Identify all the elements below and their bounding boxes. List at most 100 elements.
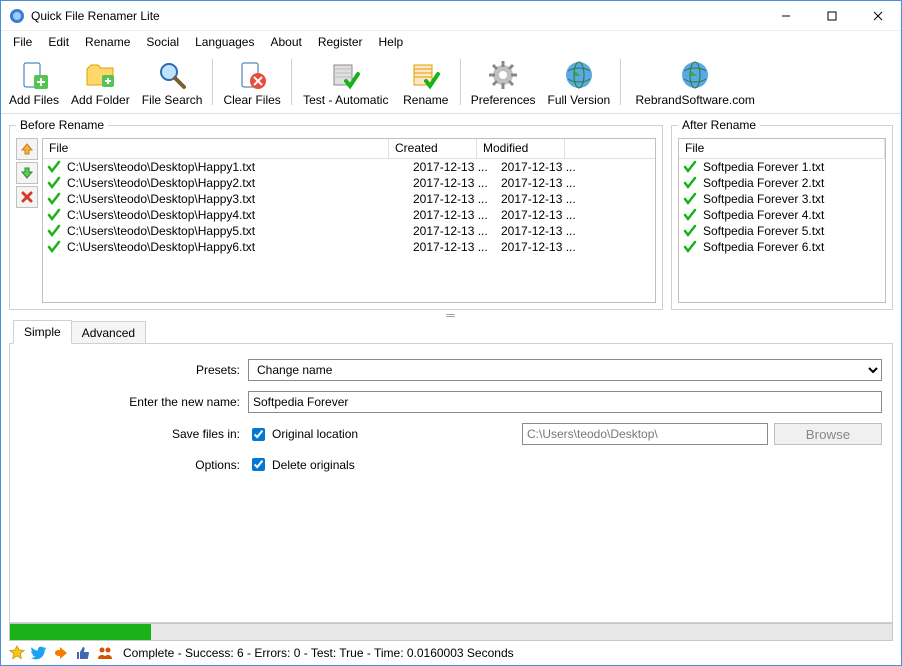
menu-register[interactable]: Register [310, 32, 371, 52]
table-row[interactable]: Softpedia Forever 3.txt [679, 191, 885, 207]
toolbar-label: Preferences [471, 93, 536, 107]
toolbar-label: Test - Automatic [303, 93, 388, 107]
tab-simple[interactable]: Simple [13, 320, 72, 344]
before-file-list[interactable]: File Created Modified C:\Users\teodo\Des… [42, 138, 656, 303]
menu-about[interactable]: About [262, 32, 309, 52]
menu-languages[interactable]: Languages [187, 32, 262, 52]
cell-created: 2017-12-13 ... [407, 208, 495, 222]
before-rename-group: Before Rename File Created Modified C:\U… [9, 118, 663, 310]
test-check-icon [330, 59, 362, 91]
after-file-list[interactable]: File Softpedia Forever 1.txtSoftpedia Fo… [678, 138, 886, 303]
check-icon [683, 160, 697, 174]
check-icon [683, 240, 697, 254]
toolbar-label: Add Files [9, 93, 59, 107]
menu-edit[interactable]: Edit [40, 32, 77, 52]
rename-check-icon [410, 59, 442, 91]
minimize-button[interactable] [763, 1, 809, 31]
add-files-button[interactable]: Add Files [3, 57, 65, 109]
delete-originals-checkbox[interactable]: Delete originals [248, 455, 355, 474]
add-folder-button[interactable]: Add Folder [65, 57, 136, 109]
titlebar: Quick File Renamer Lite [1, 1, 901, 31]
table-row[interactable]: Softpedia Forever 4.txt [679, 207, 885, 223]
cell-created: 2017-12-13 ... [407, 192, 495, 206]
table-row[interactable]: C:\Users\teodo\Desktop\Happy3.txt2017-12… [43, 191, 655, 207]
thumbs-up-icon[interactable] [75, 645, 91, 661]
twitter-icon[interactable] [31, 645, 47, 661]
table-row[interactable]: Softpedia Forever 5.txt [679, 223, 885, 239]
share-icon[interactable] [53, 645, 69, 661]
app-icon [9, 8, 25, 24]
globe-icon [563, 59, 595, 91]
cell-file: C:\Users\teodo\Desktop\Happy4.txt [61, 208, 407, 222]
rename-button[interactable]: Rename [396, 57, 456, 109]
tab-strip: Simple Advanced [9, 320, 893, 344]
cell-file: Softpedia Forever 5.txt [697, 224, 885, 238]
column-file[interactable]: File [679, 139, 885, 158]
rebrand-link-button[interactable]: RebrandSoftware.com [625, 57, 765, 109]
table-row[interactable]: C:\Users\teodo\Desktop\Happy5.txt2017-12… [43, 223, 655, 239]
table-row[interactable]: Softpedia Forever 1.txt [679, 159, 885, 175]
toolbar-separator [460, 59, 461, 105]
after-rename-title: After Rename [678, 118, 760, 132]
column-file[interactable]: File [43, 139, 389, 158]
presets-select[interactable]: Change name [248, 359, 882, 381]
remove-item-button[interactable] [16, 186, 38, 208]
presets-label: Presets: [20, 363, 248, 377]
table-row[interactable]: Softpedia Forever 2.txt [679, 175, 885, 191]
cell-created: 2017-12-13 ... [407, 240, 495, 254]
table-row[interactable]: C:\Users\teodo\Desktop\Happy6.txt2017-12… [43, 239, 655, 255]
cell-file: Softpedia Forever 6.txt [697, 240, 885, 254]
cell-file: C:\Users\teodo\Desktop\Happy3.txt [61, 192, 407, 206]
preferences-button[interactable]: Preferences [465, 57, 542, 109]
column-created[interactable]: Created [389, 139, 477, 158]
close-button[interactable] [855, 1, 901, 31]
cell-file: Softpedia Forever 1.txt [697, 160, 885, 174]
star-icon[interactable] [9, 645, 25, 661]
check-icon [47, 208, 61, 222]
delete-originals-check-input[interactable] [252, 458, 265, 471]
column-modified[interactable]: Modified [477, 139, 565, 158]
horizontal-splitter[interactable]: ═ [9, 310, 893, 320]
move-up-button[interactable] [16, 138, 38, 160]
new-name-input[interactable] [248, 391, 882, 413]
check-icon [683, 176, 697, 190]
move-down-button[interactable] [16, 162, 38, 184]
cell-file: C:\Users\teodo\Desktop\Happy5.txt [61, 224, 407, 238]
table-row[interactable]: C:\Users\teodo\Desktop\Happy2.txt2017-12… [43, 175, 655, 191]
cell-file: C:\Users\teodo\Desktop\Happy6.txt [61, 240, 407, 254]
original-location-check-input[interactable] [252, 428, 265, 441]
toolbar-label: Full Version [548, 93, 611, 107]
clear-files-button[interactable]: Clear Files [217, 57, 286, 109]
tab-advanced[interactable]: Advanced [71, 321, 146, 344]
before-rename-title: Before Rename [16, 118, 108, 132]
full-version-button[interactable]: Full Version [542, 57, 617, 109]
file-plus-icon [18, 59, 50, 91]
test-automatic-button[interactable]: Test - Automatic [296, 57, 396, 109]
menu-file[interactable]: File [5, 32, 40, 52]
menu-social[interactable]: Social [138, 32, 187, 52]
progress-bar [9, 623, 893, 641]
original-location-checkbox[interactable]: Original location [248, 425, 358, 444]
toolbar-label: Rename [403, 93, 448, 107]
gear-icon [487, 59, 519, 91]
cell-modified: 2017-12-13 ... [495, 208, 583, 222]
table-row[interactable]: C:\Users\teodo\Desktop\Happy1.txt2017-12… [43, 159, 655, 175]
check-icon [47, 192, 61, 206]
menu-help[interactable]: Help [371, 32, 412, 52]
tab-page-simple: Presets: Change name Enter the new name:… [9, 343, 893, 623]
globe-icon [679, 59, 711, 91]
people-icon[interactable] [97, 645, 113, 661]
toolbar-label: Clear Files [223, 93, 280, 107]
menu-rename[interactable]: Rename [77, 32, 138, 52]
file-search-button[interactable]: File Search [136, 57, 209, 109]
toolbar-label: File Search [142, 93, 203, 107]
cell-created: 2017-12-13 ... [407, 176, 495, 190]
check-icon [47, 160, 61, 174]
folder-plus-icon [84, 59, 116, 91]
table-row[interactable]: Softpedia Forever 6.txt [679, 239, 885, 255]
delete-originals-text: Delete originals [272, 458, 355, 472]
check-icon [47, 224, 61, 238]
maximize-button[interactable] [809, 1, 855, 31]
table-row[interactable]: C:\Users\teodo\Desktop\Happy4.txt2017-12… [43, 207, 655, 223]
cell-file: C:\Users\teodo\Desktop\Happy1.txt [61, 160, 407, 174]
